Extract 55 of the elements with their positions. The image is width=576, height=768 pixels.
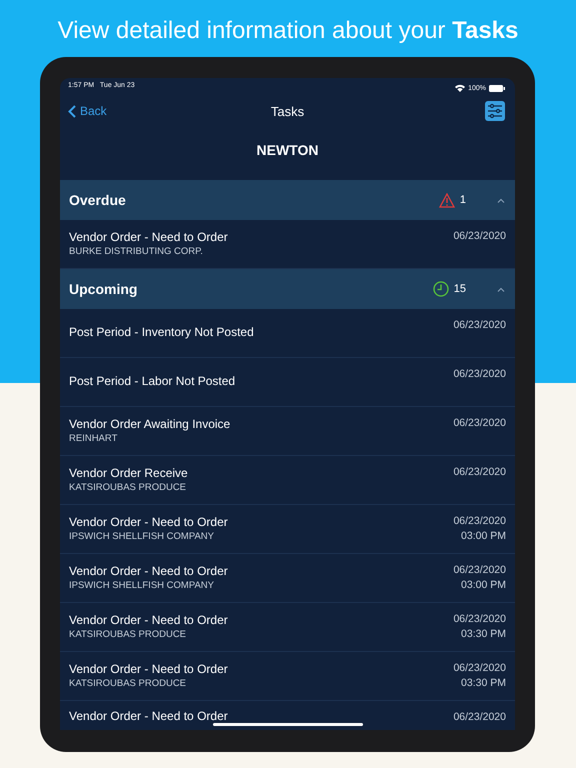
task-count: 15 [454, 283, 466, 295]
task-row[interactable]: Vendor Order - Need to Order IPSWICH SHELLFISH COMPANY 06/23/2020 03:00 PM [60, 505, 515, 554]
task-title: Post Period - Labor Not Posted [69, 374, 236, 388]
task-title: Vendor Order - Need to Order [69, 709, 228, 723]
nav-title: Tasks [270, 104, 304, 118]
task-date: 06/23/2020 [453, 368, 506, 380]
task-time: 03:00 PM [461, 579, 506, 591]
task-row[interactable]: Vendor Order Awaiting Invoice REINHART 06/23/2020 [60, 407, 515, 456]
task-time: 03:30 PM [461, 677, 506, 689]
vendor-name: IPSWICH SHELLFISH COMPANY [69, 580, 215, 590]
task-count: 1 [460, 194, 466, 206]
chevron-left-icon [68, 104, 76, 118]
task-title: Vendor Order - Need to Order [69, 662, 228, 676]
task-date: 06/23/2020 [453, 515, 506, 527]
vendor-name: KATSIROUBAS PRODUCE [69, 678, 188, 688]
chevron-up-icon [497, 286, 505, 292]
clock-icon [432, 281, 449, 297]
task-row[interactable]: Vendor Order - Need to Order KATSIROUBAS PRODUCE 06/23/2020 03:30 PM [60, 652, 515, 701]
task-title: Vendor Order - Need to Order [69, 230, 228, 244]
vendor-name: KATSIROUBAS PRODUCE [69, 628, 188, 640]
task-date: 06/23/2020 [453, 662, 506, 674]
task-row[interactable]: Post Period - Inventory Not Posted 06/23/2020 [60, 309, 515, 358]
task-date: 06/23/2020 [453, 417, 506, 429]
vendor-name: KATSIROUBAS PRODUCE [69, 482, 188, 492]
task-title: Vendor Order - Need to Order [69, 564, 228, 578]
battery-icon [489, 84, 505, 92]
task-row[interactable]: Post Period - Labor Not Posted 06/23/2020 [60, 358, 515, 407]
task-date: 06/23/2020 [453, 230, 506, 242]
task-title: Vendor Order - Need to Order [69, 612, 228, 626]
task-date: 06/23/2020 [453, 613, 506, 625]
task-date: 06/23/2020 [453, 564, 506, 576]
task-title: Vendor Order Awaiting Invoice [69, 416, 230, 430]
task-title: Vendor Order Receive [69, 466, 188, 480]
task-date: 06/23/2020 [453, 466, 506, 478]
task-row[interactable]: Vendor Order - Need to Order KATSIROUBAS PRODUCE 06/23/2020 03:30 PM [60, 603, 515, 652]
vendor-name: IPSWICH SHELLFISH COMPANY [69, 530, 215, 542]
location-title: NEWTON [256, 141, 320, 160]
chevron-up-icon [497, 198, 505, 202]
section-header[interactable]: Overdue 1 [60, 180, 515, 220]
vendor-name: REINHART [69, 432, 118, 444]
filter-icon[interactable] [485, 101, 505, 121]
task-row[interactable]: Vendor Order - Need to Order IPSWICH SHELLFISH COMPANY 06/23/2020 03:00 PM [60, 554, 515, 603]
section-header[interactable]: Upcoming 15 [60, 269, 515, 309]
back-button[interactable]: Back [66, 102, 109, 120]
vendor-name: BURKE DISTRIBUTING CORP. [69, 246, 204, 256]
task-date: 06/23/2020 [453, 319, 506, 331]
task-time: 03:00 PM [461, 530, 506, 542]
task-date: 06/23/2020 [453, 711, 506, 723]
task-row[interactable]: Vendor Order Receive KATSIROUBAS PRODUCE 06/23/2020 [60, 456, 515, 505]
task-title: Vendor Order - Need to Order [69, 514, 228, 528]
headline: View detailed information about your Tasks [58, 17, 518, 46]
warning-icon [438, 192, 455, 208]
task-title: Post Period - Inventory Not Posted [69, 325, 254, 339]
task-time: 03:30 PM [461, 628, 506, 640]
wifi-icon [455, 84, 466, 92]
